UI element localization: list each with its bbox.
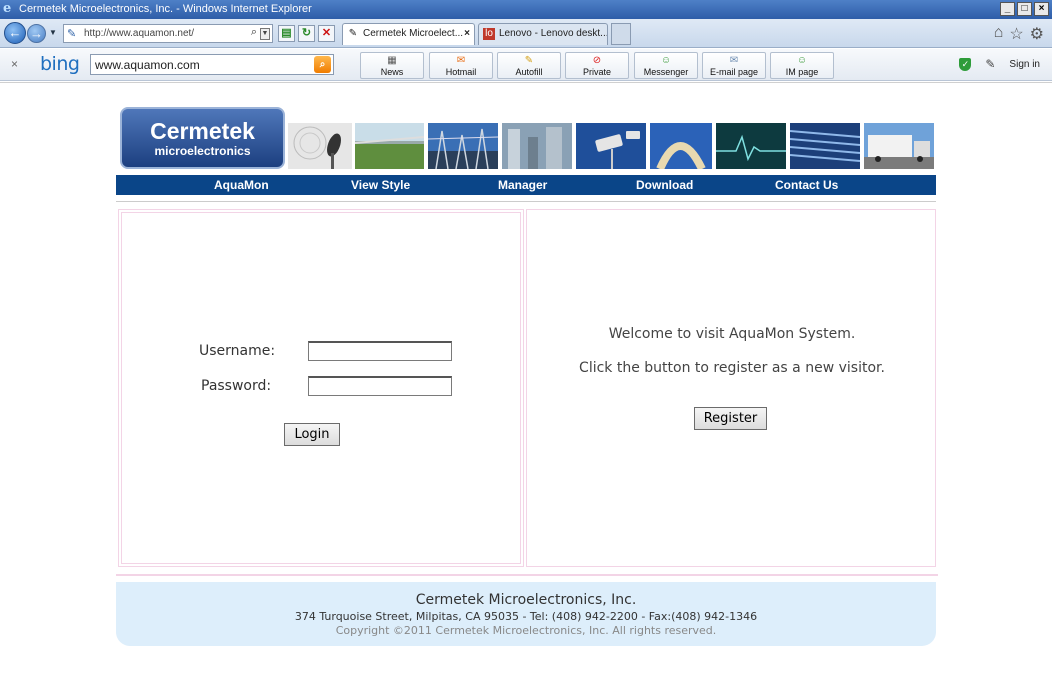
web-page: Cermetek microelectronics AquaMon View S…	[0, 82, 1052, 686]
network-cables-photo	[790, 123, 860, 169]
tab-lenovo[interactable]: lo Lenovo - Lenovo deskt...	[478, 23, 608, 45]
bing-search-box: ⌕	[90, 54, 334, 75]
maximize-button[interactable]: □	[1017, 2, 1032, 16]
browser-navigation-bar: ← → ▼ ✎ http://www.aquamon.net/ ⌕ ▼ ▤ ↻ …	[0, 19, 1052, 48]
im-page-button[interactable]: ☺ IM page	[770, 52, 834, 79]
footer-address: 374 Turquoise Street, Milpitas, CA 95035…	[294, 610, 758, 623]
footer-company: Cermetek Microelectronics, Inc.	[415, 592, 637, 608]
compatibility-view-icon[interactable]: ▤	[278, 25, 295, 42]
welcome-text: Welcome to visit AquaMon System.	[608, 326, 856, 342]
window-title: Cermetek Microelectronics, Inc. - Window…	[19, 3, 312, 15]
page-favicon-icon: ✎	[348, 28, 358, 39]
bing-toolbar: × bing ⌕ ▦ News ✉ Hotmail ✎ Autofill ⊘ P…	[0, 49, 1052, 81]
no-entry-icon: ⊘	[592, 55, 602, 66]
messenger-button[interactable]: ☺ Messenger	[634, 52, 698, 79]
tab-cermetek[interactable]: ✎ Cermetek Microelect... ×	[342, 23, 475, 45]
refresh-icon[interactable]: ↻	[298, 25, 315, 42]
hotmail-icon: ✉	[456, 55, 466, 66]
lenovo-favicon-icon: lo	[483, 28, 495, 40]
nav-contact-us[interactable]: Contact Us	[775, 178, 838, 192]
favorites-star-icon[interactable]: ☆	[1009, 24, 1023, 44]
people-icon: ☺	[660, 55, 672, 66]
minimize-button[interactable]: _	[1000, 2, 1015, 16]
power-substation-photo	[428, 123, 498, 169]
shield-icon[interactable]: ✓	[959, 57, 972, 71]
password-field[interactable]	[308, 376, 452, 396]
register-panel: Welcome to visit AquaMon System. Click t…	[526, 209, 936, 567]
window-title-bar: e Cermetek Microelectronics, Inc. - Wind…	[0, 0, 1052, 19]
history-dropdown-icon[interactable]: ▼	[49, 28, 57, 37]
divider	[116, 201, 936, 202]
people-icon: ☺	[796, 55, 808, 66]
address-url: http://www.aquamon.net/	[84, 28, 195, 39]
login-panel-inner: Username: Password: Login	[121, 212, 521, 564]
industrial-pipes-photo	[502, 123, 572, 169]
back-button[interactable]: ←	[4, 22, 26, 44]
search-icon[interactable]: ⌕	[314, 56, 331, 73]
nav-download[interactable]: Download	[636, 178, 693, 192]
toolbar-right-group: ✓ ✎ Sign in	[959, 57, 1040, 71]
gear-icon[interactable]: ⚙	[1030, 24, 1044, 44]
footer-divider	[116, 574, 938, 576]
search-icon[interactable]: ⌕	[251, 26, 257, 39]
page-favicon-icon: ✎	[67, 28, 77, 40]
nav-view-style[interactable]: View Style	[351, 178, 410, 192]
site-banner: Cermetek microelectronics	[120, 107, 936, 171]
home-icon[interactable]: ⌂	[994, 24, 1004, 44]
password-label: Password:	[201, 378, 272, 394]
address-bar[interactable]: ✎ http://www.aquamon.net/ ⌕ ▼	[63, 24, 273, 43]
close-tab-icon[interactable]: ×	[464, 24, 470, 44]
bing-search-input[interactable]	[91, 55, 306, 74]
pencil-icon: ✎	[524, 55, 534, 66]
footer-copyright: Copyright ©2011 Cermetek Microelectronic…	[335, 624, 717, 637]
satellite-dish-photo	[288, 123, 352, 169]
wrench-icon[interactable]: ✎	[985, 57, 995, 71]
nav-manager[interactable]: Manager	[498, 178, 547, 192]
username-field[interactable]	[308, 341, 452, 361]
new-tab-button[interactable]	[611, 23, 631, 45]
window-controls: _ □ ×	[1000, 2, 1049, 16]
login-panel: Username: Password: Login	[118, 209, 524, 567]
site-footer: Cermetek Microelectronics, Inc. 374 Turq…	[116, 582, 936, 646]
news-icon: ▦	[387, 55, 397, 66]
browser-tool-icons: ⌂ ☆ ⚙	[994, 24, 1044, 44]
cermetek-logo[interactable]: Cermetek microelectronics	[120, 107, 285, 169]
address-dropdown-icon[interactable]: ▼	[260, 28, 270, 40]
tab-label: Cermetek Microelect...	[363, 28, 464, 39]
register-instruction: Click the button to register as a new vi…	[579, 360, 885, 376]
close-toolbar-icon[interactable]: ×	[11, 57, 18, 71]
sculpture-photo	[650, 123, 712, 169]
email-page-button[interactable]: ✉ E-mail page	[702, 52, 766, 79]
irrigation-field-photo	[355, 123, 424, 169]
login-button[interactable]: Login	[284, 423, 340, 446]
nav-aquamon[interactable]: AquaMon	[214, 178, 269, 192]
register-button[interactable]: Register	[694, 407, 767, 430]
site-navigation: AquaMon View Style Manager Download Cont…	[116, 175, 936, 195]
bing-logo: bing	[40, 53, 80, 75]
sign-in-link[interactable]: Sign in	[1009, 59, 1040, 70]
tab-label: Lenovo - Lenovo deskt...	[499, 28, 608, 39]
hotmail-button[interactable]: ✉ Hotmail	[429, 52, 493, 79]
close-window-button[interactable]: ×	[1034, 2, 1049, 16]
envelope-icon: ✉	[729, 55, 739, 66]
autofill-button[interactable]: ✎ Autofill	[497, 52, 561, 79]
forward-button[interactable]: →	[27, 24, 46, 43]
internet-explorer-icon: e	[3, 1, 12, 16]
stop-icon[interactable]: ✕	[318, 25, 335, 42]
security-camera-photo	[576, 123, 646, 169]
heartbeat-monitor-photo	[716, 123, 786, 169]
news-button[interactable]: ▦ News	[360, 52, 424, 79]
truck-photo	[864, 123, 934, 169]
private-button[interactable]: ⊘ Private	[565, 52, 629, 79]
username-label: Username:	[199, 343, 276, 359]
